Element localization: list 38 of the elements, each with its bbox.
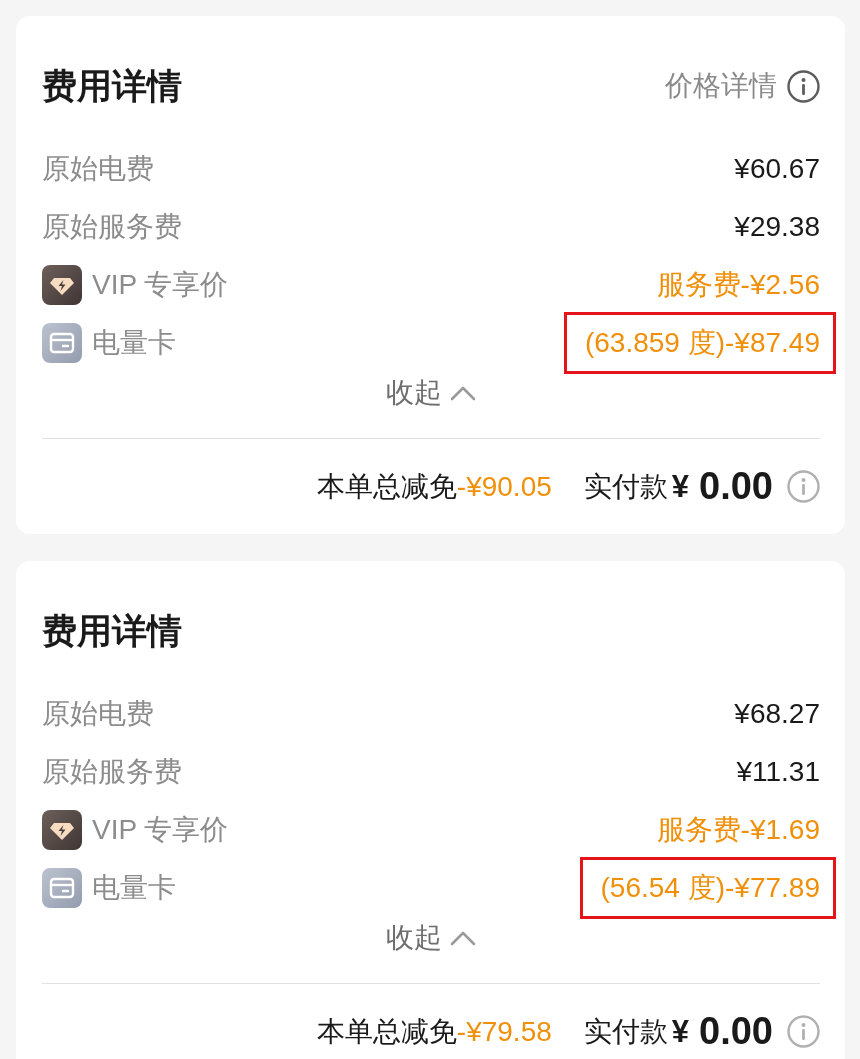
- fee-value: 服务费-¥1.69: [656, 813, 820, 847]
- total-discount-label: 本单总减免: [316, 1014, 457, 1049]
- diamond-bolt-icon: [42, 810, 82, 850]
- fee-value: ¥11.31: [736, 755, 820, 789]
- total-discount-label: 本单总减免: [316, 469, 457, 504]
- fee-label: 原始电费: [42, 152, 154, 186]
- amount-paid-value: 0.00: [699, 1010, 773, 1053]
- fee-label: 电量卡: [92, 326, 176, 360]
- fee-label: 原始服务费: [42, 210, 182, 244]
- fee-label: VIP 专享价: [92, 813, 229, 847]
- total-discount-value: -¥90.05: [456, 470, 552, 503]
- diamond-bolt-icon: [42, 265, 82, 305]
- price-details-link[interactable]: 价格详情: [665, 67, 820, 105]
- collapse-button[interactable]: 收起: [386, 372, 476, 414]
- chevron-up-icon: [450, 930, 476, 946]
- highlighted-fee-value: (56.54 度)-¥77.89: [579, 857, 836, 919]
- fee-label: 电量卡: [92, 871, 176, 905]
- currency-symbol: ¥: [671, 1013, 690, 1050]
- fee-value: ¥29.38: [734, 210, 820, 244]
- total-discount-value: -¥79.58: [456, 1015, 552, 1048]
- card-icon: [42, 323, 82, 363]
- fee-value: ¥68.27: [734, 697, 820, 731]
- fee-value: ¥60.67: [734, 152, 820, 186]
- fee-value: 服务费-¥2.56: [656, 268, 820, 302]
- card-icon: [42, 868, 82, 908]
- fee-label: 原始电费: [42, 697, 154, 731]
- chevron-up-icon: [450, 385, 476, 401]
- highlighted-fee-value: (63.859 度)-¥87.49: [563, 312, 836, 374]
- info-icon[interactable]: [787, 69, 820, 103]
- amount-paid-value: 0.00: [699, 465, 773, 508]
- collapse-button[interactable]: 收起: [386, 917, 476, 959]
- fee-label: VIP 专享价: [92, 268, 229, 302]
- amount-paid-label: 实付款: [583, 1014, 668, 1049]
- card-title: 费用详情: [42, 610, 182, 652]
- amount-paid-label: 实付款: [583, 469, 668, 504]
- currency-symbol: ¥: [671, 468, 690, 505]
- card-title: 费用详情: [42, 65, 182, 107]
- fee-label: 原始服务费: [42, 755, 182, 789]
